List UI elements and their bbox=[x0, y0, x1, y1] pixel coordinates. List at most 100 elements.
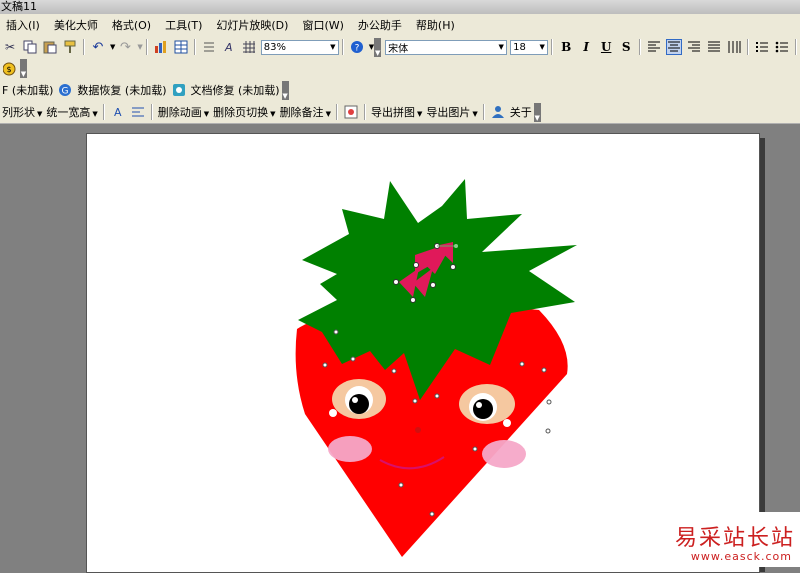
delete-notes-button[interactable]: 删除备注 ▼ bbox=[280, 104, 331, 120]
zoom-value: 83% bbox=[263, 41, 287, 53]
align-center-icon[interactable] bbox=[666, 39, 683, 55]
toolbar-separator bbox=[83, 39, 85, 55]
zoom-select[interactable]: 83% ▼ bbox=[260, 39, 339, 55]
align-right-icon[interactable] bbox=[686, 39, 702, 55]
uniform-size-label: 统一宽高 bbox=[46, 106, 91, 119]
cut-icon[interactable]: ✂ bbox=[2, 39, 18, 55]
toolbar-separator bbox=[150, 104, 153, 120]
window-title: 文稿11 bbox=[1, 0, 37, 13]
insert-chart-icon[interactable] bbox=[153, 39, 169, 55]
document-repair-button[interactable]: 文档修复 (未加载) bbox=[191, 82, 280, 98]
nose bbox=[415, 427, 421, 433]
export-collage-label: 导出拼图 bbox=[370, 106, 415, 119]
menu-slideshow[interactable]: 幻灯片放映(D) bbox=[210, 17, 296, 33]
toolbar-separator bbox=[193, 39, 196, 55]
menu-window[interactable]: 窗口(W) bbox=[296, 17, 351, 33]
svg-text:G: G bbox=[62, 87, 69, 97]
menu-tools[interactable]: 工具(T) bbox=[159, 17, 210, 33]
numbered-list-icon[interactable] bbox=[754, 39, 770, 55]
left-blush bbox=[328, 436, 372, 462]
delete-transitions-button[interactable]: 删除页切换 ▼ bbox=[213, 104, 275, 120]
slide-export-icon[interactable] bbox=[343, 104, 359, 120]
plugin-icon[interactable]: $ bbox=[2, 61, 18, 77]
text-shadow-button[interactable]: S bbox=[618, 39, 634, 55]
menu-beautify-master[interactable]: 美化大师 bbox=[48, 17, 106, 33]
show-grid-icon[interactable] bbox=[241, 39, 257, 55]
menu-insert[interactable]: 插入(I) bbox=[0, 17, 48, 33]
toolbar-separator bbox=[795, 39, 798, 55]
toolbar-separator bbox=[363, 104, 366, 120]
chevron-down-icon: ▼ bbox=[325, 110, 331, 118]
toolbar-separator bbox=[639, 39, 642, 55]
paste-icon[interactable] bbox=[42, 39, 58, 55]
export-images-button[interactable]: 导出图片 ▼ bbox=[426, 104, 477, 120]
show-formatting-icon[interactable]: A bbox=[221, 39, 237, 55]
font-name-select[interactable]: 宋体 ▼ bbox=[385, 39, 508, 55]
chevron-down-icon: ▼ bbox=[92, 110, 98, 118]
bulleted-list-icon[interactable] bbox=[774, 39, 790, 55]
toolbar-options-grip[interactable]: ▼ bbox=[20, 59, 27, 78]
menu-office-assistant[interactable]: 办公助手 bbox=[352, 17, 410, 33]
copy-icon[interactable] bbox=[22, 39, 38, 55]
rotation-handle bbox=[454, 244, 458, 248]
toolbar-separator bbox=[747, 39, 750, 55]
svg-text:$: $ bbox=[6, 65, 11, 74]
menu-help[interactable]: 帮助(H) bbox=[410, 17, 463, 33]
data-recovery-icon[interactable]: G bbox=[57, 82, 73, 98]
format-painter-icon[interactable] bbox=[62, 39, 78, 55]
bold-button[interactable]: B bbox=[558, 39, 574, 55]
export-collage-button[interactable]: 导出拼图 ▼ bbox=[371, 104, 422, 120]
undo-dropdown-icon[interactable]: ▼ bbox=[110, 43, 115, 51]
chevron-down-icon: ▼ bbox=[270, 110, 276, 118]
delete-transitions-label: 删除页切换 bbox=[213, 106, 269, 119]
chevron-down-icon: ▼ bbox=[472, 110, 478, 118]
chevron-down-icon: ▼ bbox=[330, 43, 336, 51]
about-button[interactable]: 关于 bbox=[510, 104, 532, 120]
font-size-value: 18 bbox=[513, 41, 526, 53]
delete-animations-button[interactable]: 删除动画 ▼ bbox=[158, 104, 209, 120]
export-images-label: 导出图片 bbox=[426, 106, 471, 119]
beautify-toolbar: 列形状 ▼ 统一宽高 ▼ A 删除动画 ▼ 删除页切换 ▼ 删除备注 ▼ 导出拼图 ▼ 导出… bbox=[0, 101, 800, 124]
toolbar-options-grip[interactable]: ▼ bbox=[281, 80, 289, 100]
plugin-unloaded-label[interactable]: F (未加载) bbox=[2, 82, 53, 98]
toolbar-separator bbox=[102, 104, 105, 120]
watermark-url: www.easck.com bbox=[690, 550, 792, 563]
watermark: 易采站长站 www.easck.com bbox=[675, 512, 800, 567]
uniform-size-button[interactable]: 统一宽高 ▼ bbox=[46, 104, 97, 120]
user-icon bbox=[490, 104, 506, 120]
delete-notes-label: 删除备注 bbox=[279, 106, 324, 119]
small-toolbar: $ ▼ bbox=[0, 58, 800, 79]
undo-icon[interactable]: ↶ bbox=[90, 39, 106, 55]
redo-icon[interactable]: ↷ bbox=[117, 39, 133, 55]
standard-toolbar: ✂ ↶ ▼ ↷ ▼ A 83% ▼ ? ▼ ▼ 宋体 ▼ 18 ▼ B I U … bbox=[0, 36, 800, 58]
toolbar-separator bbox=[335, 104, 338, 120]
align-left-icon[interactable] bbox=[646, 39, 662, 55]
toolbar-options-grip[interactable]: ▼ bbox=[374, 37, 382, 57]
redo-dropdown-icon[interactable]: ▼ bbox=[137, 43, 142, 51]
font-size-select[interactable]: 18 ▼ bbox=[510, 39, 549, 55]
help-icon[interactable]: ? bbox=[349, 39, 365, 55]
menu-format[interactable]: 格式(O) bbox=[106, 17, 159, 33]
arrange-shapes-label: 列形状 bbox=[2, 106, 35, 119]
text-style-icon[interactable]: A bbox=[110, 104, 126, 120]
justify-icon[interactable] bbox=[706, 39, 722, 55]
toolbar-options-grip[interactable]: ▼ bbox=[533, 102, 541, 122]
right-blush bbox=[482, 440, 526, 468]
toolbar-separator bbox=[145, 39, 148, 55]
expand-all-icon[interactable] bbox=[201, 39, 217, 55]
slide-canvas[interactable] bbox=[86, 133, 760, 573]
chevron-down-icon: ▼ bbox=[416, 110, 423, 118]
text-replace-icon[interactable] bbox=[130, 104, 146, 120]
toolbar-separator bbox=[341, 39, 344, 55]
document-repair-icon[interactable] bbox=[171, 82, 187, 98]
chevron-down-icon: ▼ bbox=[203, 110, 210, 118]
underline-button[interactable]: U bbox=[598, 39, 614, 55]
plugin-toolbar: F (未加载) G 数据恢复 (未加载) 文档修复 (未加载) ▼ bbox=[0, 79, 800, 101]
data-recovery-button[interactable]: 数据恢复 (未加载) bbox=[77, 82, 166, 98]
watermark-text: 易采站长站 bbox=[674, 526, 795, 551]
arrange-shapes-button[interactable]: 列形状 ▼ bbox=[2, 104, 42, 120]
font-name-value: 宋体 bbox=[388, 43, 409, 55]
insert-table-icon[interactable] bbox=[173, 39, 189, 55]
italic-button[interactable]: I bbox=[578, 39, 594, 55]
distribute-icon[interactable] bbox=[726, 39, 742, 55]
